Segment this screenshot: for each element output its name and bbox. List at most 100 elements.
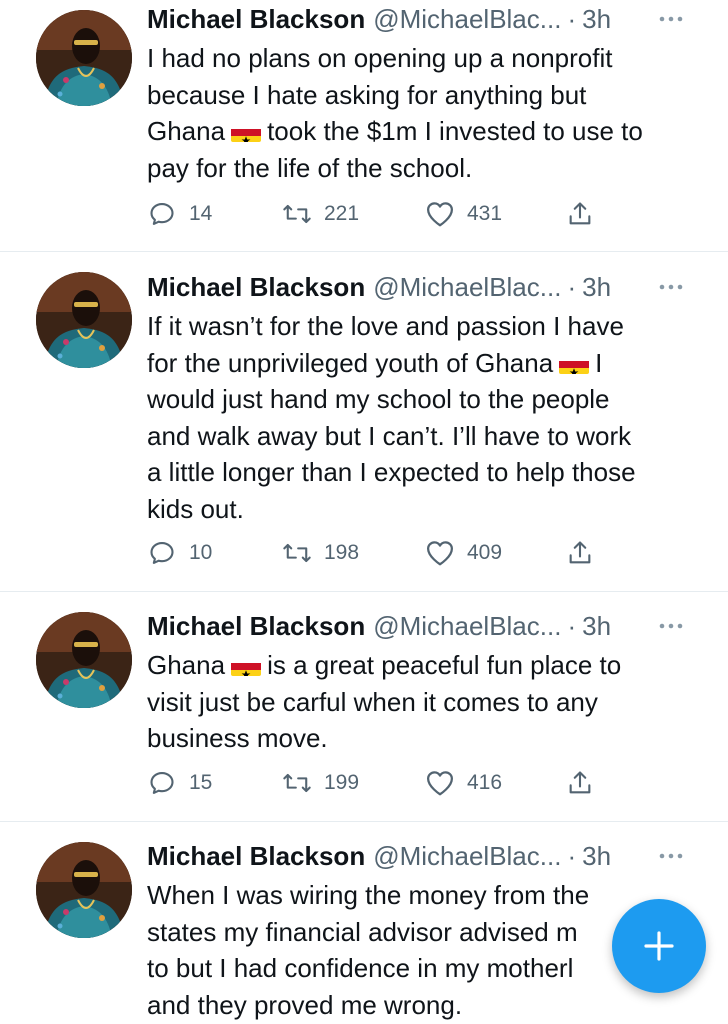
- user-handle[interactable]: @MichaelBlac...: [373, 841, 561, 872]
- share-icon: [565, 768, 595, 798]
- share-button[interactable]: [565, 197, 607, 231]
- avatar[interactable]: [36, 842, 132, 938]
- tweet-header: Michael Blackson @MichaelBlac... · 3h: [147, 839, 708, 873]
- tweet-line: visit just be carful when it comes to an…: [147, 686, 598, 717]
- tweet-header: Michael Blackson @MichaelBlac... · 3h: [147, 609, 708, 643]
- separator-dot: ·: [567, 840, 577, 871]
- separator-dot: ·: [567, 610, 577, 641]
- retweet-icon: [282, 538, 312, 568]
- tweet-actions: 14 221 431: [147, 197, 607, 231]
- reply-icon: [147, 199, 177, 229]
- reply-icon: [147, 538, 177, 568]
- tweet-actions: 10 198 409: [147, 536, 607, 570]
- tweet-line: If it wasn’t for the love and passion I …: [147, 311, 624, 341]
- heart-icon: [425, 538, 455, 568]
- display-name[interactable]: Michael Blackson: [147, 841, 365, 872]
- timestamp[interactable]: 3h: [582, 272, 611, 303]
- tweet-line-part: is a great peaceful fun place to: [267, 650, 622, 680]
- reply-count: 15: [189, 771, 213, 794]
- more-icon[interactable]: [656, 2, 686, 36]
- share-button[interactable]: [565, 766, 607, 800]
- tweet-line: Ghana took the $1m I invested to use to: [147, 113, 707, 150]
- tweet-line: pay for the life of the school.: [147, 152, 473, 183]
- plus-icon: [644, 931, 674, 961]
- timestamp[interactable]: 3h: [582, 611, 611, 642]
- tweet[interactable]: Michael Blackson @MichaelBlac... · 3h Gh…: [0, 592, 728, 822]
- tweet-line: and they proved me wrong.: [147, 989, 463, 1020]
- ghana-flag-emoji: [559, 354, 590, 374]
- tweet-line-part: Ghana: [147, 116, 226, 146]
- tweet-line: business move.: [147, 723, 328, 753]
- share-icon: [565, 199, 595, 229]
- user-handle[interactable]: @MichaelBlac...: [373, 272, 561, 303]
- avatar-image: [36, 612, 132, 708]
- ghana-flag-emoji: [231, 122, 262, 142]
- share-icon: [565, 538, 595, 568]
- display-name[interactable]: Michael Blackson: [147, 611, 365, 642]
- heart-icon: [425, 768, 455, 798]
- tweet-line: When I was wiring the money from the: [147, 880, 590, 910]
- reply-button[interactable]: 15: [147, 766, 212, 800]
- like-button[interactable]: 409: [425, 536, 502, 570]
- like-count: 409: [467, 541, 503, 564]
- avatar-image: [36, 842, 132, 938]
- avatar[interactable]: [36, 272, 132, 368]
- avatar-image: [36, 10, 132, 106]
- tweet-line-part: I: [595, 347, 603, 378]
- display-name[interactable]: Michael Blackson: [147, 4, 365, 35]
- reply-count: 10: [189, 541, 213, 564]
- avatar[interactable]: [36, 10, 132, 106]
- separator-dot: ·: [567, 271, 577, 302]
- more-icon[interactable]: [656, 609, 686, 643]
- tweet-line: would just hand my school to the people: [147, 384, 610, 414]
- avatar[interactable]: [36, 612, 132, 708]
- tweet-line-part: Ghana: [147, 650, 226, 680]
- tweet-header: Michael Blackson @MichaelBlac... · 3h: [147, 270, 708, 304]
- reply-button[interactable]: 14: [147, 197, 212, 231]
- tweet-text: I had no plans on opening up a nonprofit…: [147, 40, 707, 186]
- timestamp[interactable]: 3h: [582, 4, 611, 35]
- like-count: 431: [467, 202, 503, 225]
- reply-icon: [147, 768, 177, 798]
- user-handle[interactable]: @MichaelBlac...: [373, 611, 561, 642]
- tweet-line: Ghana is a great peaceful fun place to: [147, 647, 707, 684]
- retweet-icon: [282, 768, 312, 798]
- tweet[interactable]: Michael Blackson @MichaelBlac... · 3h If…: [0, 252, 728, 592]
- ghana-flag-emoji: [231, 656, 262, 676]
- more-icon[interactable]: [656, 270, 686, 304]
- avatar-image: [36, 272, 132, 368]
- tweet-header: Michael Blackson @MichaelBlac... · 3h: [147, 2, 708, 36]
- retweet-button[interactable]: 198: [282, 536, 359, 570]
- share-button[interactable]: [565, 536, 607, 570]
- tweet-text: Ghana is a great peaceful fun place to vi…: [147, 647, 707, 757]
- separator-dot: ·: [567, 3, 577, 34]
- retweet-button[interactable]: 199: [282, 766, 359, 800]
- tweet-line: because I hate asking for anything but: [147, 79, 587, 110]
- timeline-feed: Michael Blackson @MichaelBlac... · 3h I …: [0, 0, 728, 1024]
- tweet-line-part: for the unprivileged youth of Ghana: [147, 347, 554, 378]
- display-name[interactable]: Michael Blackson: [147, 272, 365, 303]
- like-button[interactable]: 416: [425, 766, 502, 800]
- reply-button[interactable]: 10: [147, 536, 212, 570]
- retweet-icon: [282, 199, 312, 229]
- compose-tweet-button[interactable]: [612, 899, 706, 993]
- tweet-line: and walk away but I can’t. I’ll have to …: [147, 420, 632, 451]
- tweet-line-part: took the $1m I invested to use to: [267, 116, 643, 146]
- retweet-count: 199: [324, 771, 360, 794]
- tweet-line: a little longer than I expected to help …: [147, 457, 636, 487]
- tweet[interactable]: Michael Blackson @MichaelBlac... · 3h I …: [0, 0, 728, 252]
- user-handle[interactable]: @MichaelBlac...: [373, 4, 561, 35]
- like-button[interactable]: 431: [425, 197, 502, 231]
- tweet-line: for the unprivileged youth of Ghana I: [147, 345, 707, 382]
- tweet-actions: 15 199 416: [147, 766, 607, 800]
- retweet-button[interactable]: 221: [282, 197, 359, 231]
- retweet-count: 198: [324, 541, 360, 564]
- more-icon[interactable]: [656, 839, 686, 873]
- timestamp[interactable]: 3h: [582, 841, 611, 872]
- heart-icon: [425, 199, 455, 229]
- retweet-count: 221: [324, 202, 360, 225]
- tweet-line: I had no plans on opening up a nonprofit: [147, 43, 613, 73]
- like-count: 416: [467, 771, 503, 794]
- tweet-line: kids out.: [147, 493, 244, 524]
- tweet-text: If it wasn’t for the love and passion I …: [147, 308, 707, 527]
